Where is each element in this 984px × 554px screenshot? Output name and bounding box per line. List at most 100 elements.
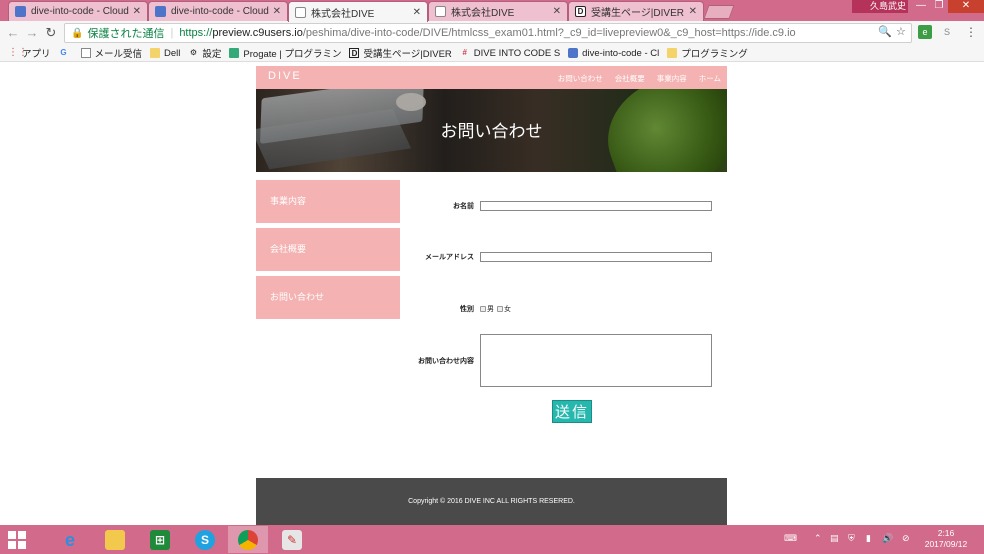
tab-title: dive-into-code - Cloud9 <box>171 6 269 17</box>
page-title: お問い合わせ <box>440 122 543 141</box>
page-icon <box>80 48 91 58</box>
close-icon[interactable]: ✕ <box>413 7 421 18</box>
bookmark-slack[interactable]: # DIVE INTO CODE S <box>460 47 561 59</box>
user-profile-button[interactable]: 久島武史 <box>852 0 908 13</box>
bookmark-settings[interactable]: ⚙ 設定 <box>188 46 222 60</box>
gender-label: 性別 <box>460 306 474 313</box>
sidebar-item-contact[interactable]: お問い合わせ <box>256 276 400 319</box>
system-clock[interactable]: 2:16 2017/09/12 <box>918 528 974 550</box>
close-icon[interactable]: ✕ <box>553 6 561 17</box>
url-path: /peshima/dive-into-code/DIVE/htmlcss_exa… <box>302 27 796 39</box>
name-label: お名前 <box>453 203 474 210</box>
cloud9-icon <box>155 6 166 17</box>
address-bar[interactable]: 🔒 保護された通信 | https:// preview.c9users.io … <box>64 23 912 43</box>
bookmark-progate[interactable]: Progate | プログラミン <box>229 46 341 60</box>
bookmark-cloud9[interactable]: dive-into-code - Cl <box>568 48 659 59</box>
wifi-icon[interactable]: ▮ <box>866 533 871 544</box>
bookmark-label: 設定 <box>202 49 222 60</box>
bookmark-label: dive-into-code - Cl <box>582 47 660 59</box>
file-explorer-icon[interactable] <box>95 526 135 553</box>
search-icon[interactable]: 🔍 <box>878 25 892 38</box>
browser-tab-4[interactable]: 株式会社DIVE ✕ <box>428 1 568 21</box>
divider: | <box>170 27 174 39</box>
close-icon[interactable]: ✕ <box>133 6 141 17</box>
email-label: メールアドレス <box>425 254 474 261</box>
window-close-icon[interactable]: ✕ <box>948 0 984 13</box>
new-tab-button[interactable] <box>703 5 735 19</box>
nav-link-contact[interactable]: お問い合わせ <box>558 73 603 84</box>
diver-icon: D <box>349 48 360 58</box>
gender-female-radio[interactable] <box>497 306 503 312</box>
nav-link-business[interactable]: 事業内容 <box>657 73 687 84</box>
volume-icon[interactable]: 🔊 <box>882 533 893 544</box>
apps-icon: ⋮⋮ <box>8 47 28 58</box>
browser-tab-bar: dive-into-code - Cloud9 ✕ dive-into-code… <box>0 0 984 22</box>
tab-title: 株式会社DIVE <box>311 8 375 20</box>
nav-link-home[interactable]: ホーム <box>699 73 721 84</box>
message-label: お問い合わせ内容 <box>418 358 474 365</box>
bookmark-label: 受講生ページ|DIVER <box>363 49 452 60</box>
extension-skype-icon[interactable]: S <box>940 25 954 39</box>
name-input[interactable] <box>480 201 712 211</box>
tab-title: dive-into-code - Cloud9 <box>31 6 129 17</box>
gender-male-radio[interactable] <box>480 306 486 312</box>
bookmark-dell[interactable]: Dell <box>150 48 180 59</box>
url-protocol: https:// <box>179 27 213 39</box>
close-icon[interactable]: ✕ <box>689 6 697 17</box>
notification-icon[interactable]: ⊘ <box>902 533 910 544</box>
bookmark-label: アプリ <box>22 49 51 60</box>
nav-link-about[interactable]: 会社概要 <box>615 73 645 84</box>
bookmark-label: Dell <box>164 47 181 59</box>
bookmark-apps[interactable]: ⋮⋮ アプリ <box>8 46 51 61</box>
browser-toolbar: ← → ↻ 🔒 保護された通信 | https:// preview.c9use… <box>0 21 984 45</box>
bookmark-google[interactable]: G <box>59 48 73 58</box>
bookmark-label: プログラミング <box>681 49 748 60</box>
back-icon[interactable]: ← <box>5 25 21 41</box>
cloud9-icon <box>15 6 26 17</box>
close-icon[interactable]: ✕ <box>273 6 281 17</box>
url-host: preview.c9users.io <box>212 27 303 39</box>
browser-tab-1[interactable]: dive-into-code - Cloud9 ✕ <box>8 1 148 21</box>
bookmark-label: Progate | プログラミン <box>243 49 342 60</box>
paint-icon[interactable]: ✎ <box>272 526 312 553</box>
progate-icon <box>229 48 240 58</box>
bookmark-label: DIVE INTO CODE S <box>473 47 561 59</box>
security-tray-icon[interactable]: ⛨ <box>848 533 855 544</box>
cloud9-icon <box>568 48 579 58</box>
tray-chevron-icon[interactable]: ⌃ <box>814 533 822 544</box>
page-icon <box>295 6 306 18</box>
skype-icon[interactable]: S <box>185 526 225 553</box>
bookmark-programming[interactable]: プログラミング <box>667 46 748 60</box>
extension-evernote-icon[interactable]: e <box>918 25 932 39</box>
chrome-icon[interactable] <box>228 526 268 553</box>
submit-button[interactable]: 送信 <box>552 400 592 423</box>
site-logo[interactable]: DIVE <box>268 70 302 82</box>
forward-icon[interactable]: → <box>24 25 40 41</box>
folder-icon <box>667 48 678 58</box>
email-input[interactable] <box>480 252 712 262</box>
tab-title: 受講生ページ|DIVER <box>591 8 684 19</box>
gender-female-label: 女 <box>504 306 511 313</box>
security-label: 保護された通信 <box>87 28 165 40</box>
internet-explorer-icon[interactable]: e <box>50 526 90 553</box>
bookmark-mail[interactable]: メール受信 <box>80 46 142 60</box>
slack-icon: # <box>462 48 467 57</box>
sidebar-item-business[interactable]: 事業内容 <box>256 180 400 223</box>
bookmark-star-icon[interactable]: ☆ <box>896 25 906 38</box>
browser-tab-5[interactable]: D 受講生ページ|DIVER ✕ <box>568 1 704 21</box>
bookmark-diver[interactable]: D 受講生ページ|DIVER <box>349 46 452 60</box>
browser-tab-3-active[interactable]: 株式会社DIVE ✕ <box>288 1 428 22</box>
menu-icon[interactable]: ⋮ <box>964 25 978 39</box>
taskbar: e ⊞ S ✎ ⌨ ⌃ ▤ ⛨ ▮ 🔊 ⊘ 2:16 2017/09/12 <box>0 525 984 554</box>
windows-start-icon[interactable] <box>8 531 26 549</box>
network-tray-icon[interactable]: ▤ <box>830 533 839 544</box>
keyboard-icon[interactable]: ⌨ <box>784 533 797 544</box>
reload-icon[interactable]: ↻ <box>43 25 59 41</box>
folder-icon <box>150 48 161 58</box>
restore-icon[interactable]: ❐ <box>928 0 950 13</box>
clock-date: 2017/09/12 <box>924 539 968 549</box>
browser-tab-2[interactable]: dive-into-code - Cloud9 ✕ <box>148 1 288 21</box>
store-icon[interactable]: ⊞ <box>140 526 180 553</box>
sidebar-item-about[interactable]: 会社概要 <box>256 228 400 271</box>
message-textarea[interactable] <box>480 334 712 387</box>
